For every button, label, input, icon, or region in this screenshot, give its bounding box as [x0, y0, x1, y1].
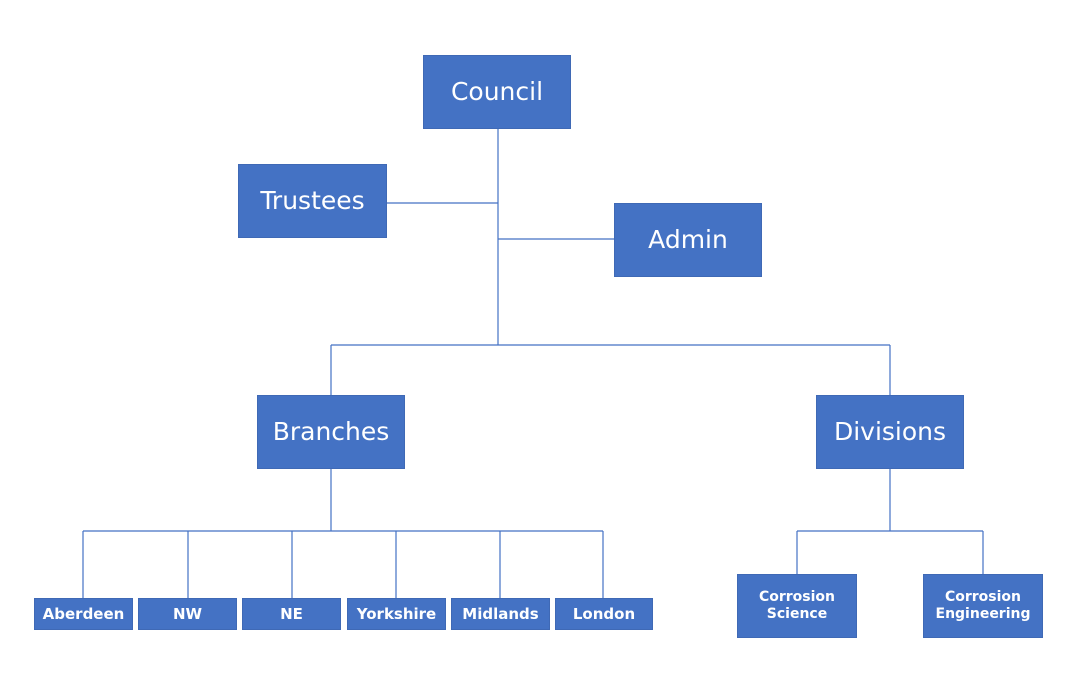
node-corrosion-science-line2: Science	[766, 606, 828, 622]
node-corrosion-engineering[interactable]: Corrosion Engineering	[923, 574, 1043, 638]
node-nw[interactable]: NW	[138, 598, 237, 630]
node-corrosion-engineering-line2: Engineering	[935, 606, 1031, 622]
node-ne-label: NE	[280, 605, 303, 623]
node-trustees-label: Trustees	[260, 186, 365, 215]
node-corrosion-science-line1: Corrosion	[758, 589, 836, 606]
node-ne[interactable]: NE	[242, 598, 341, 630]
node-corrosion-engineering-line1: Corrosion	[944, 589, 1022, 606]
node-nw-label: NW	[172, 605, 203, 623]
node-aberdeen[interactable]: Aberdeen	[34, 598, 133, 630]
node-corrosion-science[interactable]: Corrosion Science	[737, 574, 857, 638]
node-admin-label: Admin	[648, 225, 728, 254]
node-yorkshire-label: Yorkshire	[356, 605, 437, 623]
node-branches-label: Branches	[272, 417, 390, 446]
node-council[interactable]: Council	[423, 55, 571, 129]
node-trustees[interactable]: Trustees	[238, 164, 387, 238]
node-admin[interactable]: Admin	[614, 203, 762, 277]
node-branches[interactable]: Branches	[257, 395, 405, 469]
node-divisions-label: Divisions	[833, 417, 947, 446]
node-london[interactable]: London	[555, 598, 653, 630]
node-council-label: Council	[450, 77, 544, 106]
node-divisions[interactable]: Divisions	[816, 395, 964, 469]
node-aberdeen-label: Aberdeen	[42, 605, 125, 623]
node-midlands[interactable]: Midlands	[451, 598, 550, 630]
node-midlands-label: Midlands	[462, 605, 539, 623]
node-london-label: London	[572, 605, 636, 623]
node-yorkshire[interactable]: Yorkshire	[347, 598, 446, 630]
